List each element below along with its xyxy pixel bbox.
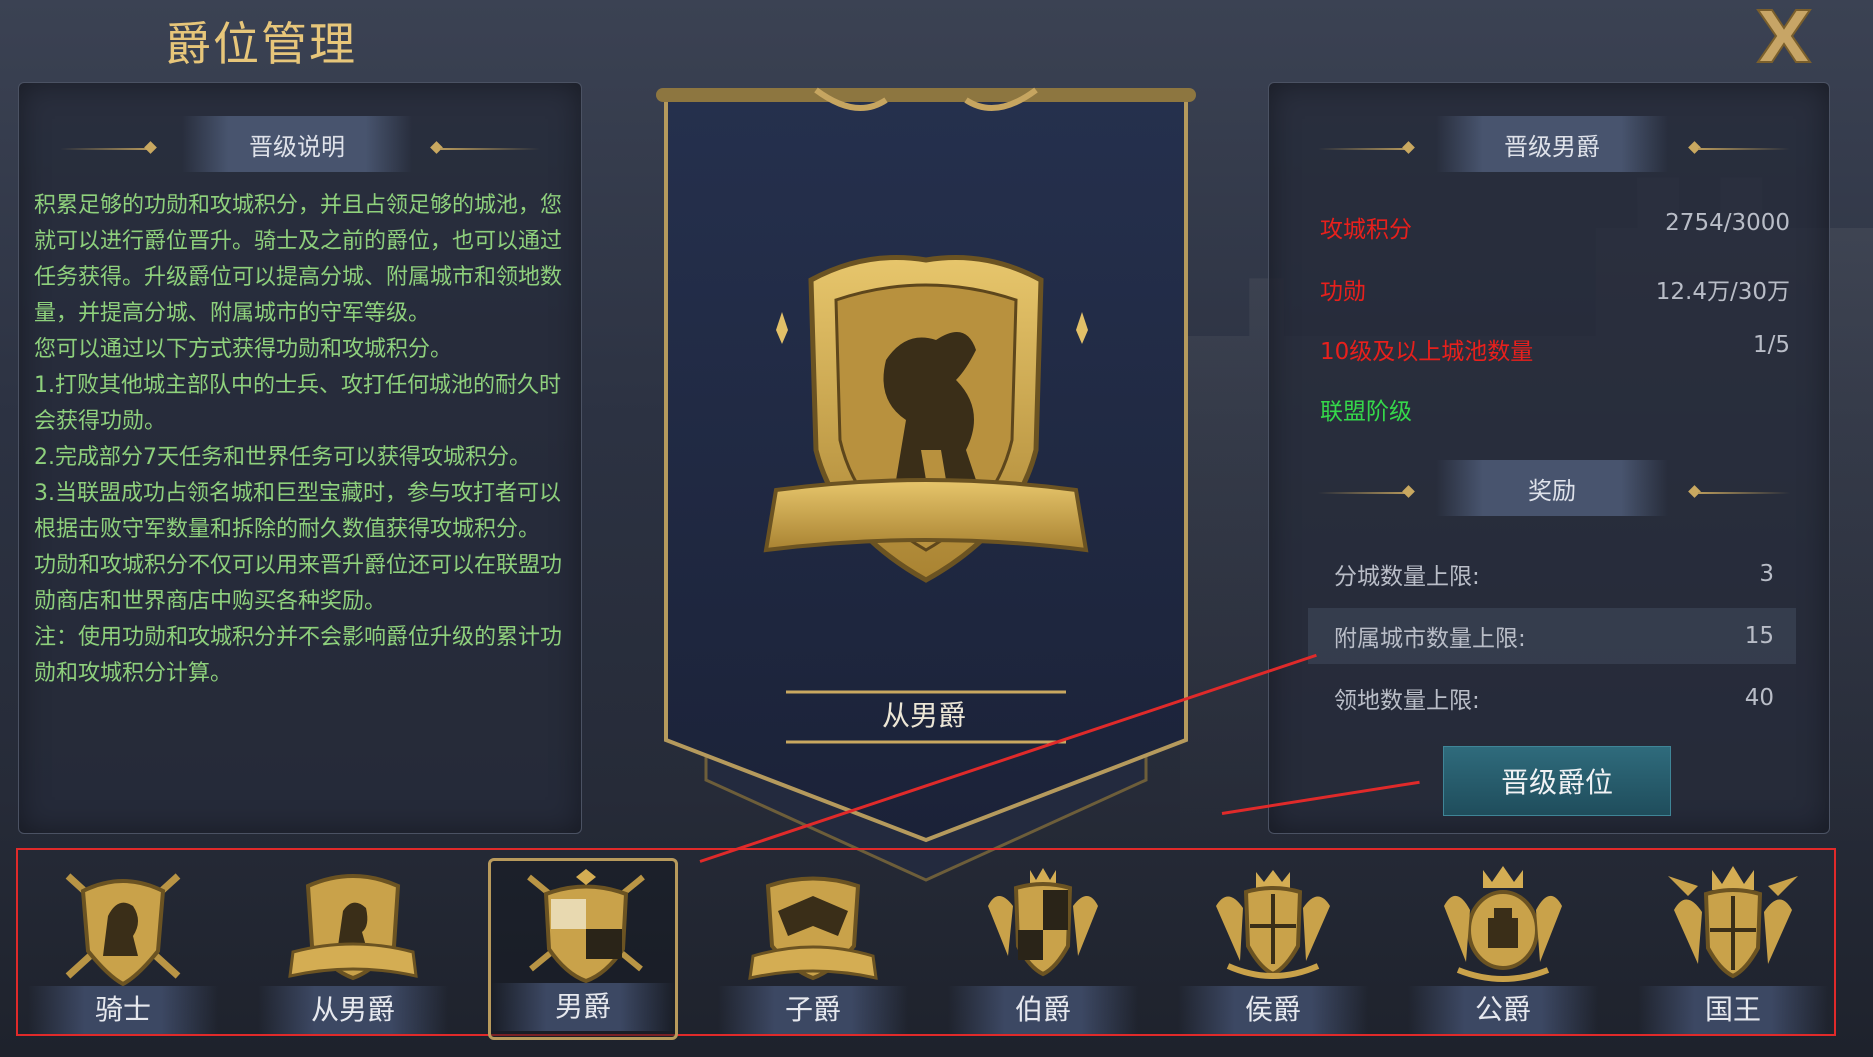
baron-crest-icon [527,869,645,984]
description-paragraph: 2.完成部分7天任务和世界任务可以获得攻城积分。 [34,445,531,470]
rank-tab-marquis[interactable]: 侯爵 [1178,858,1368,1040]
requirement-label: 联盟阶级 [1320,399,1412,425]
promote-rank-button[interactable]: 晋级爵位 [1443,746,1671,816]
description-paragraph: 功勋和攻城积分不仅可以用来晋升爵位还可以在联盟功勋商店和世界商店中购买各种奖励。 [34,553,563,614]
promotion-header: 晋级男爵 [1436,116,1668,172]
requirement-value: 12.4万/30万 [1655,279,1790,305]
divider [1318,492,1410,494]
description-paragraph: 积累足够的功勋和攻城积分，并且占领足够的城池，您就可以进行爵位晋升。骑士及之前的… [34,193,563,326]
requirement-value: 1/5 [1752,332,1790,358]
king-crest-icon [1668,866,1798,979]
rank-tab-duke[interactable]: 公爵 [1408,858,1598,1040]
rank-tab-label: 从男爵 [258,986,448,1034]
reward-row: 领地数量上限: 40 [1308,670,1796,726]
close-icon [1756,9,1812,63]
rank-tab-label: 骑士 [28,986,218,1034]
reward-row: 附属城市数量上限: 15 [1308,608,1796,664]
reward-label: 附属城市数量上限: [1334,626,1526,652]
rank-tab-knight[interactable]: 骑士 [28,858,218,1040]
rank-tab-label: 伯爵 [948,986,1138,1034]
description-paragraph: 您可以通过以下方式获得功勋和攻城积分。 [34,337,453,362]
rank-tab-king[interactable]: 国王 [1638,858,1828,1040]
rewards-header: 奖励 [1436,460,1668,516]
reward-value: 3 [1759,561,1774,587]
rank-tab-label: 男爵 [491,983,675,1031]
divider [1698,492,1790,494]
viscount-crest-icon [748,876,878,981]
rank-description: 积累足够的功勋和攻城积分，并且占领足够的城池，您就可以进行爵位晋升。骑士及之前的… [34,188,564,692]
reward-label: 分城数量上限: [1334,564,1480,590]
requirement-label: 10级及以上城池数量 [1320,339,1534,365]
reward-label: 领地数量上限: [1334,688,1480,714]
reward-value: 40 [1744,685,1774,711]
rank-tab-label: 国王 [1638,986,1828,1034]
requirement-label: 攻城积分 [1320,217,1412,243]
reward-value: 15 [1744,623,1774,649]
earl-crest-icon [988,868,1098,977]
description-paragraph: 3.当联盟成功占领名城和巨型宝藏时，参与攻打者可以根据击败守军数量和拆除的耐久数… [34,481,561,542]
close-button[interactable] [1752,6,1816,66]
rank-tab-viscount[interactable]: 子爵 [718,858,908,1040]
rank-tab-label: 侯爵 [1178,986,1368,1034]
requirement-value: 2754/3000 [1665,210,1790,236]
rank-tab-earl[interactable]: 伯爵 [948,858,1138,1040]
description-paragraph: 1.打败其他城主部队中的士兵、攻打任何城池的耐久时会获得功勋。 [34,373,561,434]
divider [440,148,540,150]
divider [1318,148,1410,150]
rank-tab-baron[interactable]: 男爵 [488,858,678,1040]
description-header: 晋级说明 [182,116,412,172]
divider [60,148,152,150]
rank-banner [656,87,1196,882]
reward-row: 分城数量上限: 3 [1308,546,1796,602]
marquis-crest-icon [1216,870,1330,979]
current-rank-name: 从男爵 [881,699,966,732]
page-title: 爵位管理 [165,17,357,71]
knight-crest-icon [65,873,181,986]
rank-tab-label: 公爵 [1408,986,1598,1034]
baronet-crest-icon [288,874,418,981]
rank-tab-baronet[interactable]: 从男爵 [258,858,448,1040]
requirement-label: 功勋 [1320,279,1366,305]
divider [1698,148,1790,150]
duke-crest-icon [1444,866,1562,982]
rank-tab-label: 子爵 [718,986,908,1034]
description-paragraph: 注：使用功勋和攻城积分并不会影响爵位升级的累计功勋和攻城积分计算。 [34,625,563,686]
